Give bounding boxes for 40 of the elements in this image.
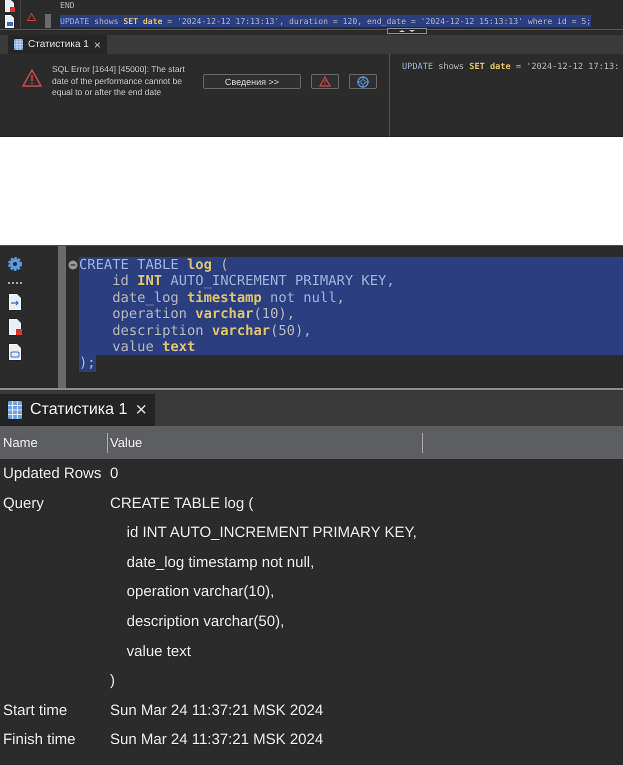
results-tab[interactable]: Статистика 1 × xyxy=(0,394,156,426)
query-text: UPDATE shows SET date = '2024-12-12 17:13: xyxy=(402,62,620,72)
column-header[interactable]: Value xyxy=(107,432,422,452)
file-arrow-icon[interactable] xyxy=(8,294,22,310)
target-button[interactable] xyxy=(349,74,377,89)
code-line: END xyxy=(60,0,75,11)
table-cell-text: operation varchar(10), xyxy=(126,582,276,602)
table-cell-text: Sun Mar 24 11:37:21 MSK 2024 xyxy=(110,700,324,721)
details-button[interactable]: Сведения >> xyxy=(203,74,301,89)
file-icon[interactable] xyxy=(4,15,16,28)
table-cell-text: value text xyxy=(126,642,192,662)
fold-icon[interactable] xyxy=(68,260,78,270)
table-cell-text: 0 xyxy=(110,464,118,484)
table-cell-text: Sun Mar 24 11:37:21 MSK 2024 xyxy=(110,730,324,750)
table-cell-text: Finish time xyxy=(2,730,77,750)
warning-icon xyxy=(26,13,36,21)
close-tab-button[interactable]: × xyxy=(94,38,101,52)
splitter-handle[interactable] xyxy=(386,28,426,34)
warning-icon xyxy=(319,76,331,87)
table-cell-text: Start time xyxy=(2,700,68,721)
table-cell-text: CREATE TABLE log ( xyxy=(110,494,254,514)
more-icon[interactable] xyxy=(7,281,23,285)
file-error-icon[interactable] xyxy=(8,319,22,335)
target-icon xyxy=(357,76,369,88)
table-cell-text: description varchar(50), xyxy=(126,612,286,632)
file-error-icon[interactable] xyxy=(4,0,16,12)
table-cell-text: Updated Rows xyxy=(2,464,102,484)
warning-button[interactable] xyxy=(311,74,339,89)
table-icon xyxy=(8,401,22,419)
table-cell-text: date_log timestamp not null, xyxy=(126,552,316,573)
table-cell-text: ) xyxy=(110,671,116,692)
warning-icon xyxy=(22,69,42,87)
table-cell-text: Query xyxy=(2,494,45,514)
table-cell-text: id INT AUTO_INCREMENT PRIMARY KEY, xyxy=(126,523,417,544)
gear-icon[interactable] xyxy=(7,256,23,272)
error-message: SQL Error [1644] [45000]: The start date of the performance cannot be equal to or after the end date xyxy=(52,64,186,98)
results-tab[interactable]: Статистика 1 × xyxy=(8,35,107,54)
column-header[interactable]: Name xyxy=(0,432,107,452)
table-icon xyxy=(14,39,23,50)
close-tab-button[interactable]: × xyxy=(135,398,148,422)
